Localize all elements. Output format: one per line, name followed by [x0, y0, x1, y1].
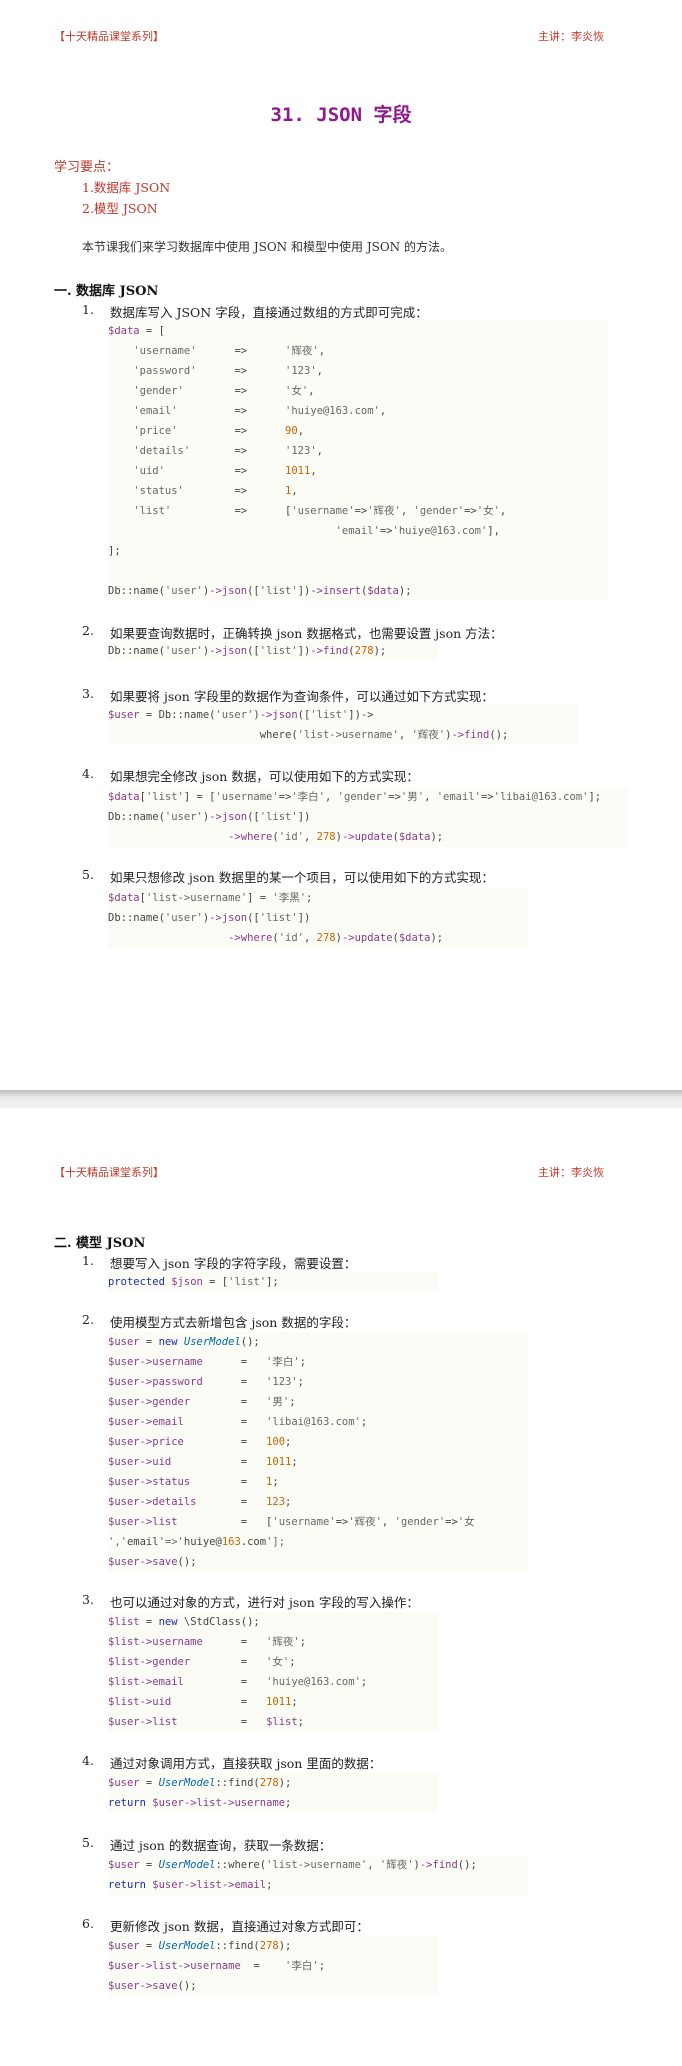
code-block: $data = [ 'username' => '辉夜', 'password'… — [108, 321, 608, 601]
keypoints-title: 学习要点： — [54, 160, 120, 175]
code-line: ->where('id', 278)->update($data); — [228, 932, 444, 944]
item-number: 4. — [82, 766, 94, 781]
item-text: 更新修改 json 数据，直接通过对象方式即可： — [110, 1919, 369, 1934]
code-block: protected $json = ['list']; — [108, 1272, 438, 1292]
item-text: 如果要查询数据时，正确转换 json 数据格式，也需要设置 json 方法： — [110, 626, 503, 641]
item-text: 使用模型方式去新增包含 json 数据的字段： — [110, 1315, 357, 1330]
item-text: 也可以通过对象的方式，进行对 json 字段的写入操作： — [110, 1595, 419, 1610]
item-number: 5. — [82, 867, 94, 882]
item-number: 1. — [82, 1253, 94, 1268]
page-title: 31. JSON 字段 — [270, 104, 412, 126]
item-number: 2. — [82, 623, 94, 638]
code-line: ','email'=>'huiye@163.com']; — [108, 1536, 286, 1548]
code-line: $user->uid = 1011; — [108, 1456, 298, 1468]
code-line: $user = UserModel::where('list->username… — [108, 1859, 477, 1871]
intro-paragraph: 本节课我们来学习数据库中使用 JSON 和模型中使用 JSON 的方法。 — [82, 240, 452, 254]
code-line: $user->details = 123; — [108, 1496, 292, 1508]
header-series: 【十天精品课堂系列】 — [54, 30, 164, 43]
document-page-1: 【十天精品课堂系列】 主讲：李炎恢 31. JSON 字段 学习要点： 1.数据… — [0, 0, 682, 1090]
header-lecturer: 主讲：李炎恢 — [538, 30, 604, 43]
code-line: $data['list->username'] = '李黑'; — [108, 892, 313, 904]
code-line: Db::name('user')->json(['list'])->find(2… — [108, 645, 387, 657]
code-line: $user->list = ['username'=>'辉夜', 'gender… — [108, 1516, 475, 1528]
code-block: $data['list'] = ['username'=>'李白', 'gend… — [108, 787, 628, 847]
code-line: 'password' => '123', — [133, 365, 323, 377]
item-text: 通过对象调用方式，直接获取 json 里面的数据： — [110, 1756, 382, 1771]
item-number: 3. — [82, 1592, 94, 1607]
code-block: $data['list->username'] = '李黑';Db::name(… — [108, 888, 528, 948]
code-line: $list->username = '辉夜'; — [108, 1636, 307, 1648]
code-line: Db::name('user')->json(['list'])->insert… — [108, 585, 412, 597]
code-line: $user->save(); — [108, 1556, 197, 1568]
code-line: ->where('id', 278)->update($data); — [228, 831, 444, 843]
code-line: $user = UserModel::find(278); — [108, 1777, 292, 1789]
code-line: 'status' => 1, — [133, 485, 298, 497]
item-number: 1. — [82, 302, 94, 317]
code-line: $list->gender = '女'; — [108, 1656, 296, 1668]
item-number: 3. — [82, 686, 94, 701]
code-line: $user->email = 'libai@163.com'; — [108, 1416, 368, 1428]
code-line: 'username' => '辉夜', — [133, 345, 326, 357]
code-line: $user->gender = '男'; — [108, 1396, 296, 1408]
item-text: 如果只想修改 json 数据里的某一个项目，可以使用如下的方式实现： — [110, 870, 494, 885]
code-line: $user->list = $list; — [108, 1716, 304, 1728]
code-line: $user->username = '李白'; — [108, 1356, 307, 1368]
code-line: $list->uid = 1011; — [108, 1696, 298, 1708]
code-line: 'gender' => '女', — [133, 385, 315, 397]
code-line: Db::name('user')->json(['list']) — [108, 811, 311, 823]
code-block: $user = new UserModel(); $user->username … — [108, 1332, 528, 1572]
code-line: ]; — [108, 545, 121, 557]
code-block: $list = new \StdClass(); $list->username … — [108, 1612, 438, 1732]
code-line: $user = new UserModel(); — [108, 1336, 260, 1348]
code-line: Db::name('user')->json(['list']) — [108, 912, 311, 924]
page-separator — [0, 1090, 682, 1108]
item-number: 5. — [82, 1835, 94, 1850]
code-block: $user = UserModel::find(278);return $use… — [108, 1773, 438, 1813]
code-line: $user->password = '123'; — [108, 1376, 304, 1388]
code-line: 'uid' => 1011, — [133, 465, 317, 477]
code-line: $list = new \StdClass(); — [108, 1616, 260, 1628]
code-line: $data = [ — [108, 325, 165, 337]
code-line: 'list' => ['username'=>'辉夜', 'gender'=>'… — [133, 505, 507, 517]
code-line: protected $json = ['list']; — [108, 1276, 279, 1288]
keypoint-item: 1.数据库 JSON — [82, 180, 171, 195]
code-line: 'email' => 'huiye@163.com', — [133, 405, 387, 417]
code-line: 'details' => '123', — [133, 445, 323, 457]
code-line: where('list->username', '辉夜')->find(); — [108, 729, 509, 741]
code-line: return $user->list->username; — [108, 1797, 292, 1809]
code-line: $list->email = 'huiye@163.com'; — [108, 1676, 368, 1688]
item-text: 通过 json 的数据查询，获取一条数据： — [110, 1838, 332, 1853]
item-number: 4. — [82, 1753, 94, 1768]
code-block: $user = UserModel::where('list->username… — [108, 1855, 528, 1895]
code-line: 'price' => 90, — [133, 425, 305, 437]
item-number: 6. — [82, 1916, 94, 1931]
keypoint-item: 2.模型 JSON — [82, 201, 158, 216]
document-page-2: 【十天精品课堂系列】 主讲：李炎恢 二. 模型 JSON 1. 想要写入 jso… — [0, 1108, 682, 2066]
code-block: Db::name('user')->json(['list'])->find(2… — [108, 641, 438, 661]
header-lecturer: 主讲：李炎恢 — [538, 1166, 604, 1179]
item-text: 如果要将 json 字段里的数据作为查询条件，可以通过如下方式实现： — [110, 689, 494, 704]
code-line: 'email'=>'huiye@163.com'], — [335, 525, 500, 537]
code-line: $user->price = 100; — [108, 1436, 292, 1448]
code-line: $user = UserModel::find(278); — [108, 1940, 292, 1952]
item-text: 如果想完全修改 json 数据，可以使用如下的方式实现： — [110, 769, 419, 784]
code-line: $user->save(); — [108, 1980, 197, 1992]
item-text: 想要写入 json 字段的字符字段，需要设置： — [110, 1256, 357, 1271]
code-block: $user = Db::name('user')->json(['list'])… — [108, 705, 578, 745]
code-line: $user->status = 1; — [108, 1476, 279, 1488]
code-line: return $user->list->email; — [108, 1879, 273, 1891]
code-line: $data['list'] = ['username'=>'李白', 'gend… — [108, 791, 602, 803]
header-series: 【十天精品课堂系列】 — [54, 1166, 164, 1179]
section-heading: 二. 模型 JSON — [54, 1236, 146, 1251]
code-line: $user->list->username = '李白'; — [108, 1960, 326, 1972]
code-line: $user = Db::name('user')->json(['list'])… — [108, 709, 374, 721]
item-number: 2. — [82, 1312, 94, 1327]
code-block: $user = UserModel::find(278);$user->list… — [108, 1936, 438, 1996]
section-heading: 一. 数据库 JSON — [54, 284, 159, 299]
item-text: 数据库写入 JSON 字段，直接通过数组的方式即可完成： — [110, 305, 428, 320]
